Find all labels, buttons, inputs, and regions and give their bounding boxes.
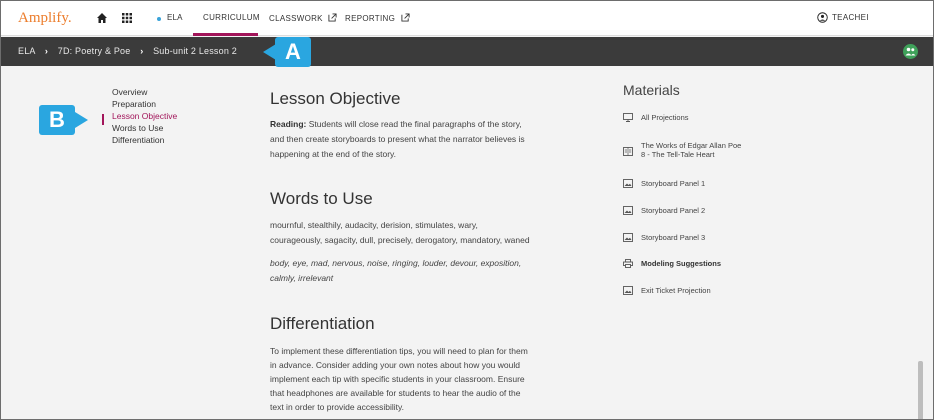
callout-a: A xyxy=(275,37,311,67)
ela-dot-icon xyxy=(157,17,161,21)
lesson-content: Lesson Objective Reading: Students will … xyxy=(270,89,590,414)
story-words-list: body, eye, mad, nervous, noise, ringing,… xyxy=(270,256,590,286)
people-icon xyxy=(905,47,916,56)
chevron-right-icon: › xyxy=(140,46,144,56)
external-link-icon xyxy=(401,13,410,22)
material-label-line: 8 - The Tell-Tale Heart xyxy=(641,150,715,159)
differentiation-text: To implement these differentiation tips,… xyxy=(270,344,590,414)
differentiation-heading: Differentiation xyxy=(270,314,375,333)
user-icon[interactable] xyxy=(817,12,828,23)
breadcrumb-bar: ELA › 7D: Poetry & Poe › Sub-unit 2 Less… xyxy=(1,37,933,66)
objective-line: happening at the end of the story. xyxy=(270,149,397,159)
printer-icon xyxy=(623,259,633,268)
vocabulary-line: courageously, sagacity, dull, precisely,… xyxy=(270,235,530,245)
app-window: Amplify. ELA CURRICULUM CLASSWORK REPORT… xyxy=(0,0,934,420)
nav-ela[interactable]: ELA xyxy=(167,13,183,22)
toc-active-indicator xyxy=(102,114,104,125)
breadcrumb: ELA › 7D: Poetry & Poe › Sub-unit 2 Less… xyxy=(18,46,237,56)
nav-reporting-label: REPORTING xyxy=(345,14,396,23)
story-words-line: calmly, irrelevant xyxy=(270,273,334,283)
material-label: Storyboard Panel 2 xyxy=(641,206,706,215)
materials-heading: Materials xyxy=(623,82,680,98)
differentiation-line: that headphones are available for studen… xyxy=(270,388,521,398)
apps-grid-icon[interactable] xyxy=(122,13,132,23)
nav-reporting[interactable]: REPORTING xyxy=(345,13,410,23)
lesson-objective-text: Reading: Students will close read the fi… xyxy=(270,117,590,162)
objective-line: Students will close read the final parag… xyxy=(308,119,522,129)
material-label: Storyboard Panel 3 xyxy=(641,233,706,242)
home-icon[interactable] xyxy=(96,12,108,24)
material-label-line: The Works of Edgar Allan Poe xyxy=(641,141,742,150)
objective-line: and then create storyboards to present w… xyxy=(270,134,525,144)
chevron-right-icon: › xyxy=(44,46,49,56)
image-icon xyxy=(623,206,633,215)
toc-item-lesson-objective[interactable]: Lesson Objective xyxy=(112,110,177,122)
differentiation-line: implement each tip with specific student… xyxy=(270,374,525,384)
image-icon xyxy=(623,179,633,188)
material-label: The Works of Edgar Allan Poe 8 - The Tel… xyxy=(641,141,741,159)
toc-item-words-to-use[interactable]: Words to Use xyxy=(112,122,177,134)
material-label: Modeling Suggestions xyxy=(641,259,721,268)
material-label: Exit Ticket Projection xyxy=(641,286,711,295)
callout-b: B xyxy=(39,105,75,135)
user-menu[interactable]: TEACHEI xyxy=(832,13,869,22)
top-nav: Amplify. ELA CURRICULUM CLASSWORK REPORT… xyxy=(1,1,933,36)
breadcrumb-item: Sub-unit 2 Lesson 2 xyxy=(153,46,237,56)
book-icon xyxy=(623,147,633,156)
image-icon xyxy=(623,233,633,242)
nav-classwork[interactable]: CLASSWORK xyxy=(269,13,337,23)
nav-classwork-label: CLASSWORK xyxy=(269,14,323,23)
image-icon xyxy=(623,286,633,295)
words-to-use-heading: Words to Use xyxy=(270,189,373,208)
page-scrollbar[interactable] xyxy=(918,361,923,419)
material-label: Storyboard Panel 1 xyxy=(641,179,706,188)
external-link-icon xyxy=(328,13,337,22)
projection-icon xyxy=(623,113,633,122)
breadcrumb-item[interactable]: 7D: Poetry & Poe xyxy=(58,46,131,56)
breadcrumb-item[interactable]: ELA xyxy=(18,46,35,56)
amplify-logo[interactable]: Amplify. xyxy=(18,10,72,27)
story-words-line: body, eye, mad, nervous, noise, ringing,… xyxy=(270,258,522,268)
active-tab-indicator xyxy=(193,33,258,36)
callout-b-pointer xyxy=(75,112,88,128)
reading-label: Reading: xyxy=(270,119,307,129)
vocabulary-line: mournful, stealthily, audacity, derision… xyxy=(270,220,478,230)
differentiation-line: in advance. Consider adding your own not… xyxy=(270,360,520,370)
materials-panel: Materials All Projections The Works of E… xyxy=(623,81,903,295)
toc-item-differentiation[interactable]: Differentiation xyxy=(112,134,177,146)
vocabulary-list: mournful, stealthily, audacity, derision… xyxy=(270,218,590,248)
differentiation-line: text in order to provide accessibility. xyxy=(270,402,405,412)
toc-item-overview[interactable]: Overview xyxy=(112,86,177,98)
nav-curriculum[interactable]: CURRICULUM xyxy=(203,13,260,22)
class-avatar[interactable] xyxy=(903,44,918,59)
material-label: All Projections xyxy=(641,113,689,122)
differentiation-line: To implement these differentiation tips,… xyxy=(270,346,528,356)
table-of-contents: Overview Preparation Lesson Objective Wo… xyxy=(112,86,177,146)
lesson-objective-heading: Lesson Objective xyxy=(270,89,401,108)
toc-item-preparation[interactable]: Preparation xyxy=(112,98,177,110)
